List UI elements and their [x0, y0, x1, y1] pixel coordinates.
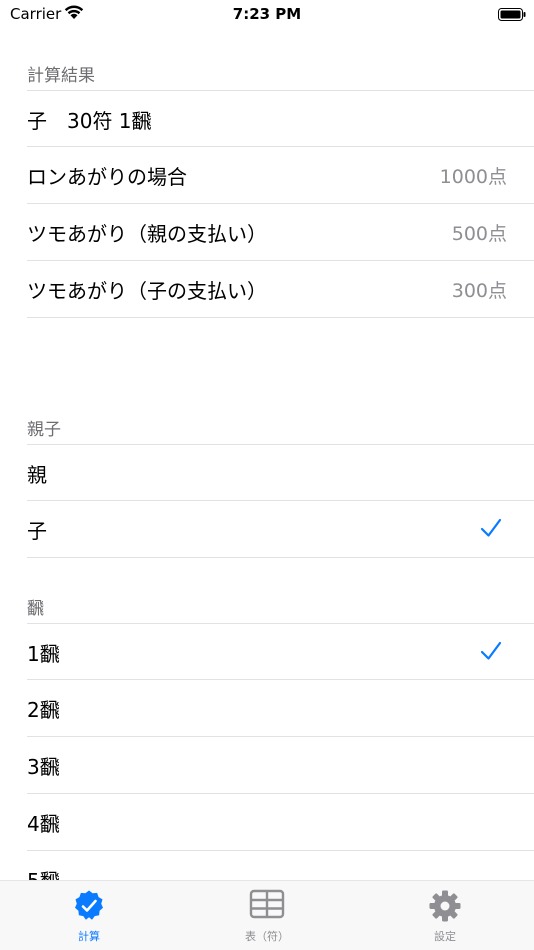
tab-calculate-label: 計算: [78, 930, 100, 943]
result-section-header: 計算結果: [27, 66, 95, 86]
result-summary-row: 子 30符 1飜: [27, 90, 534, 147]
option-han-4[interactable]: 4飜: [27, 794, 534, 851]
battery-icon: [498, 7, 526, 21]
gear-icon: [429, 890, 461, 922]
tab-bar: 計算 表（符） 設定: [0, 880, 534, 950]
tsumo-oya-result-row: ツモあがり（親の支払い） 500点: [27, 204, 534, 261]
calculator-list[interactable]: 計算結果 子 30符 1飜 ロンあがりの場合 1000点 ツモあがり（親の支払い…: [0, 30, 534, 880]
tsumo-oya-points: 500点: [451, 223, 507, 245]
option-han-1-label: 1飜: [27, 642, 60, 666]
option-ko-label: 子: [27, 519, 47, 543]
checkmark-icon: [480, 640, 502, 662]
option-han-2[interactable]: 2飜: [27, 680, 534, 737]
option-han-5-label: 5飜: [27, 865, 60, 880]
option-han-3-label: 3飜: [27, 755, 60, 779]
option-oya-label: 親: [27, 463, 47, 487]
ron-points: 1000点: [439, 166, 507, 188]
tab-calculate[interactable]: 計算: [19, 889, 159, 944]
table-icon: [249, 889, 285, 919]
option-han-1[interactable]: 1飜: [27, 623, 534, 680]
option-han-5[interactable]: 5飜: [27, 851, 534, 880]
tsumo-oya-label: ツモあがり（親の支払い）: [27, 222, 267, 246]
option-han-4-label: 4飜: [27, 812, 60, 836]
option-ko[interactable]: 子: [27, 501, 534, 558]
han-section-header: 飜: [27, 599, 44, 619]
clock-label: 7:23 PM: [232, 5, 302, 23]
app-screen: Carrier 7:23 PM 計算結果 子 30符 1飜 ロンあがりの場合 1…: [0, 0, 534, 950]
checkmark-icon: [480, 517, 502, 539]
tsumo-ko-label: ツモあがり（子の支払い）: [27, 279, 267, 303]
oyako-section-header: 親子: [27, 420, 61, 440]
checkmark-seal-icon: [75, 890, 103, 920]
result-summary-label: 子 30符 1飜: [27, 109, 152, 133]
ron-result-row: ロンあがりの場合 1000点: [27, 147, 534, 204]
tsumo-ko-points: 300点: [451, 280, 507, 302]
tsumo-ko-result-row: ツモあがり（子の支払い） 300点: [27, 261, 534, 318]
option-oya[interactable]: 親: [27, 444, 534, 501]
tab-settings-label: 設定: [434, 930, 456, 943]
tab-settings[interactable]: 設定: [375, 889, 515, 944]
option-han-2-label: 2飜: [27, 698, 60, 722]
option-han-3[interactable]: 3飜: [27, 737, 534, 794]
status-bar: Carrier 7:23 PM: [0, 0, 534, 30]
tab-fu-table[interactable]: 表（符）: [197, 889, 337, 944]
ron-label: ロンあがりの場合: [27, 165, 187, 189]
tab-fu-table-label: 表（符）: [245, 930, 289, 943]
